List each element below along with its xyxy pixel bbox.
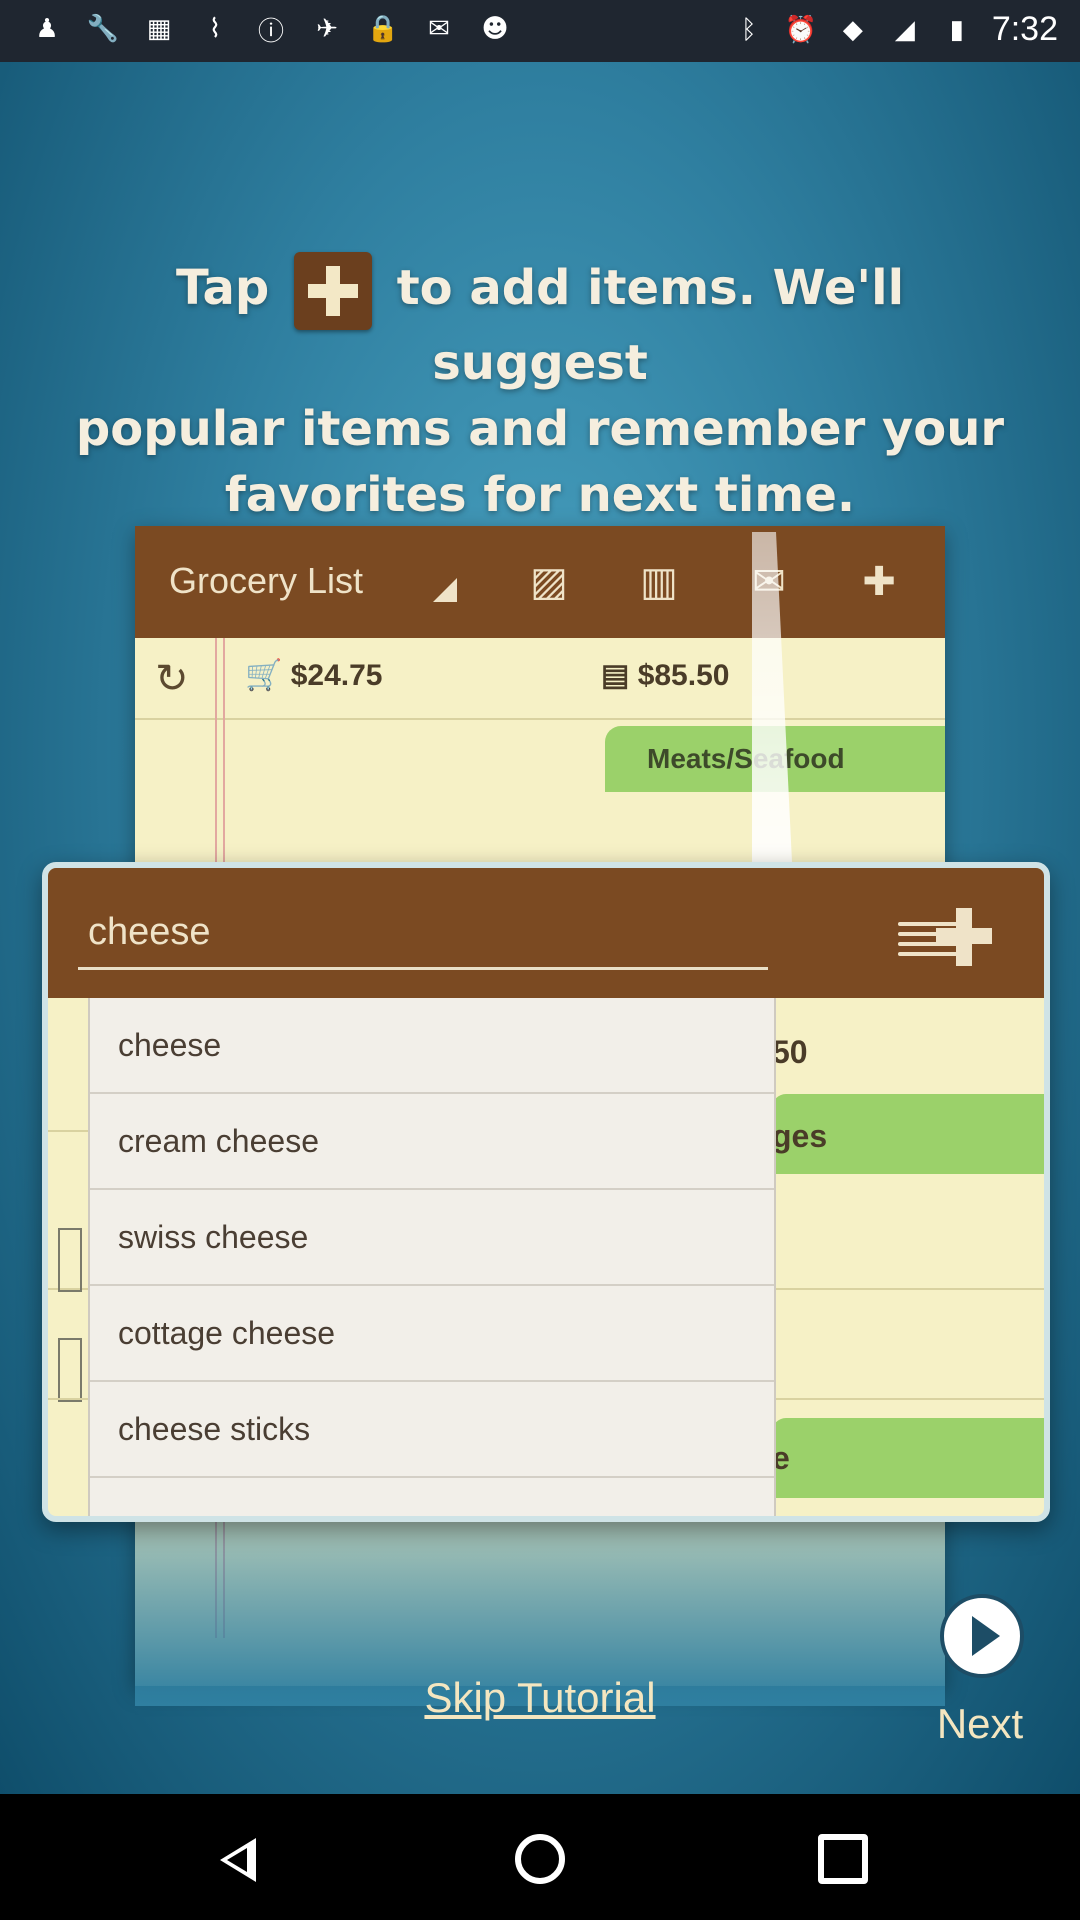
dropdown-arrow-icon bbox=[433, 578, 457, 602]
wifi-icon: ◆ bbox=[842, 14, 863, 45]
cell-signal-icon: ◢ bbox=[894, 14, 915, 45]
recents-icon[interactable] bbox=[818, 1834, 868, 1884]
checkbox bbox=[58, 1338, 82, 1402]
headline-line-3: favorites for next time. bbox=[224, 467, 856, 523]
clock: 7:32 bbox=[991, 10, 1058, 48]
coupon-icon: ▨ bbox=[530, 559, 568, 605]
notification-icons: ♟ 🔧 ▦ ⌇ ⓘ ✈ 🔒 ✉ ☻ bbox=[30, 12, 512, 47]
bluetooth-icon: ᛒ bbox=[741, 14, 757, 45]
home-icon[interactable] bbox=[515, 1834, 565, 1884]
app-header: Grocery List ▨ ▥ ✉ ✚ bbox=[135, 526, 945, 638]
suggestion-item[interactable]: cheese bbox=[90, 998, 774, 1094]
checkbox bbox=[58, 1228, 82, 1292]
navigation-bar bbox=[0, 1794, 1080, 1920]
refresh-icon: ↻ bbox=[155, 656, 189, 702]
tutorial-screen: Tap to add items. We'll suggest popular … bbox=[0, 62, 1080, 1794]
suggestion-item[interactable]: swiss cheese bbox=[90, 1190, 774, 1286]
system-icons: ᛒ ⏰ ◆ ◢ ▮ 7:32 bbox=[732, 10, 1058, 49]
image-icon: ▦ bbox=[146, 14, 172, 44]
item-search-input[interactable] bbox=[78, 898, 768, 970]
alarm-icon: ⏰ bbox=[784, 14, 817, 45]
suggestion-item[interactable]: cottage cheese bbox=[90, 1286, 774, 1382]
tutorial-headline: Tap to add items. We'll suggest popular … bbox=[60, 252, 1020, 528]
battery-icon: ▮ bbox=[949, 14, 964, 45]
back-icon[interactable] bbox=[216, 1834, 266, 1884]
suggestions-list: cheese cream cheese swiss cheese cottage… bbox=[88, 998, 776, 1516]
headline-line-2: popular items and remember your bbox=[75, 401, 1005, 457]
add-item-popup: 50 ges e cheese cream cheese swiss chees… bbox=[42, 862, 1050, 1522]
suggestion-item[interactable]: cream cheese bbox=[90, 1094, 774, 1190]
behind-text: ges bbox=[772, 1118, 828, 1154]
inbox-icon: ✉ bbox=[428, 14, 450, 44]
android-icon: ☻ bbox=[481, 14, 509, 44]
barcode-icon: ▥ bbox=[640, 559, 678, 605]
status-bar: ♟ 🔧 ▦ ⌇ ⓘ ✈ 🔒 ✉ ☻ ᛒ ⏰ ◆ ◢ ▮ 7:32 bbox=[0, 0, 1080, 62]
skip-tutorial-link[interactable]: Skip Tutorial bbox=[0, 1674, 1080, 1722]
list-title: Grocery List bbox=[169, 560, 364, 601]
alert-icon: ⓘ bbox=[257, 16, 284, 47]
popup-header bbox=[48, 868, 1044, 998]
next-label[interactable]: Next bbox=[920, 1700, 1040, 1748]
play-icon[interactable] bbox=[940, 1594, 1024, 1678]
signal-icon: ⌇ bbox=[208, 14, 222, 44]
add-item-button[interactable] bbox=[898, 902, 1008, 968]
person-icon: ♟ bbox=[35, 14, 59, 44]
add-icon: ✚ bbox=[862, 559, 896, 605]
headline-line-1: Tap to add items. We'll suggest bbox=[60, 252, 1020, 396]
wrench-icon: 🔧 bbox=[86, 14, 120, 44]
next-button[interactable]: Next bbox=[920, 1582, 1040, 1747]
cart-total: 🛒 $24.75 bbox=[245, 659, 383, 692]
totals-row: ↻ 🛒 $24.75 ▤ $85.50 bbox=[135, 638, 945, 720]
list-total: ▤ $85.50 bbox=[601, 659, 730, 692]
lock-icon: 🔒 bbox=[366, 14, 400, 44]
satellite-icon: ✈ bbox=[316, 14, 338, 44]
suggestion-item[interactable]: cheese sticks bbox=[90, 1382, 774, 1478]
behind-text: e bbox=[772, 1440, 790, 1476]
plus-icon bbox=[293, 252, 372, 330]
behind-text: 50 bbox=[772, 1034, 808, 1070]
